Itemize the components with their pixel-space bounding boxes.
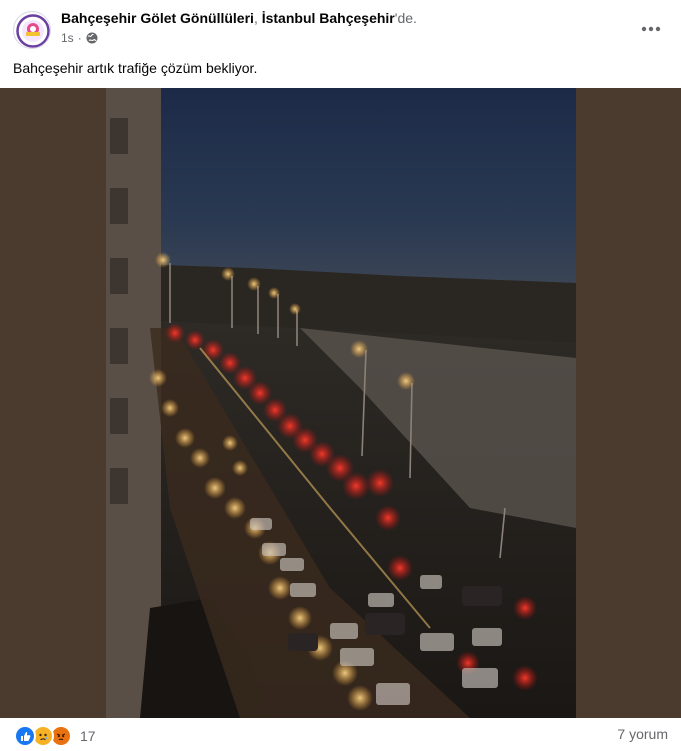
reactions-summary[interactable]: 17 [14, 725, 96, 747]
post-footer: 17 7 yorum [0, 718, 681, 751]
meta-dot: · [77, 31, 82, 45]
post-caption: Bahçeşehir artık trafiğe çözüm bekliyor. [13, 60, 258, 76]
author-line: Bahçeşehir Gölet Gönüllüleri, İstanbul B… [61, 10, 417, 26]
page-avatar[interactable] [13, 11, 51, 49]
author-name[interactable]: Bahçeşehir Gölet Gönüllüleri [61, 10, 254, 26]
avatar-logo-icon [15, 13, 50, 48]
post-video[interactable] [0, 88, 681, 718]
more-options-button[interactable] [636, 14, 666, 44]
comments-count-link[interactable]: 7 yorum [617, 726, 668, 742]
post-header: Bahçeşehir Gölet Gönüllüleri, İstanbul B… [0, 0, 681, 56]
post-meta: 1s · [61, 31, 98, 45]
globe-icon [86, 32, 98, 44]
author-separator: , [253, 10, 262, 26]
traffic-photo [0, 88, 681, 718]
location-suffix: 'de. [394, 10, 417, 26]
post-time[interactable]: 1s [61, 31, 74, 45]
facebook-post: Bahçeşehir Gölet Gönüllüleri, İstanbul B… [0, 0, 681, 751]
like-icon [14, 725, 36, 747]
reaction-count: 17 [80, 728, 96, 744]
location-name[interactable]: İstanbul Bahçeşehir [262, 10, 395, 26]
ellipsis-icon [641, 26, 661, 32]
